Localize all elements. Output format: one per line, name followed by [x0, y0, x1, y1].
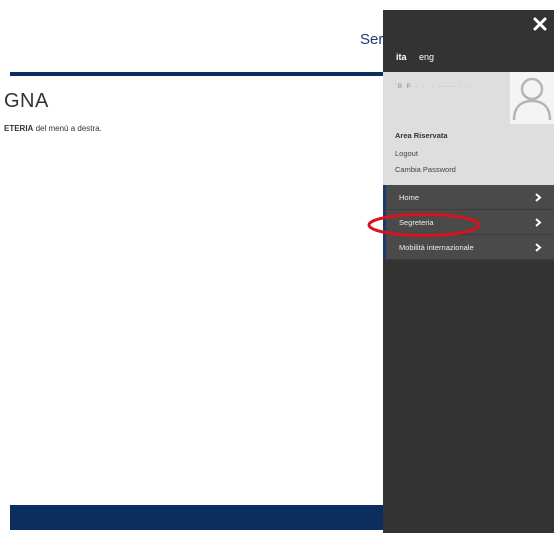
chevron-right-icon	[535, 193, 542, 202]
close-button[interactable]	[532, 16, 548, 32]
language-switcher: ita eng	[396, 52, 444, 62]
menu-item-label: Segreteria	[399, 218, 434, 227]
user-avatar-icon	[512, 77, 552, 121]
chevron-right-icon	[535, 243, 542, 252]
side-menu-list: Home Segreteria Mobilità internazionale	[383, 185, 554, 260]
user-name: ’B P · · ·· ····· · ··	[395, 84, 473, 90]
avatar	[510, 72, 554, 124]
menu-item-mobilita[interactable]: Mobilità internazionale	[383, 235, 554, 260]
change-password-link[interactable]: Cambia Password	[395, 165, 456, 174]
menu-item-label: Mobilità internazionale	[399, 243, 474, 252]
header-nav-link[interactable]: Ser	[360, 31, 383, 48]
chevron-right-icon	[535, 218, 542, 227]
close-icon	[533, 17, 547, 31]
instructions-text: del menù a destra.	[33, 124, 102, 133]
logout-link[interactable]: Logout	[395, 149, 418, 158]
page-footer	[10, 505, 390, 530]
page-title: GNA	[4, 90, 49, 112]
user-panel: ’B P · · ·· ····· · ·· Area Riservata Lo…	[383, 72, 554, 185]
instructions-bold: ETERIA	[4, 124, 34, 133]
lang-ita[interactable]: ita	[396, 52, 407, 62]
header-divider	[10, 72, 390, 76]
menu-item-segreteria[interactable]: Segreteria	[383, 210, 554, 235]
page-instructions: ETERIA del menù a destra.	[4, 124, 102, 133]
page: Ser GNA ETERIA del menù a destra. ita en…	[0, 0, 554, 533]
lang-eng[interactable]: eng	[419, 52, 434, 62]
area-riservata-title: Area Riservata	[395, 131, 448, 140]
side-menu: ita eng ’B P · · ·· ····· · ·· Area Rise…	[383, 10, 554, 533]
menu-item-label: Home	[399, 193, 420, 202]
menu-item-home[interactable]: Home	[383, 185, 554, 210]
